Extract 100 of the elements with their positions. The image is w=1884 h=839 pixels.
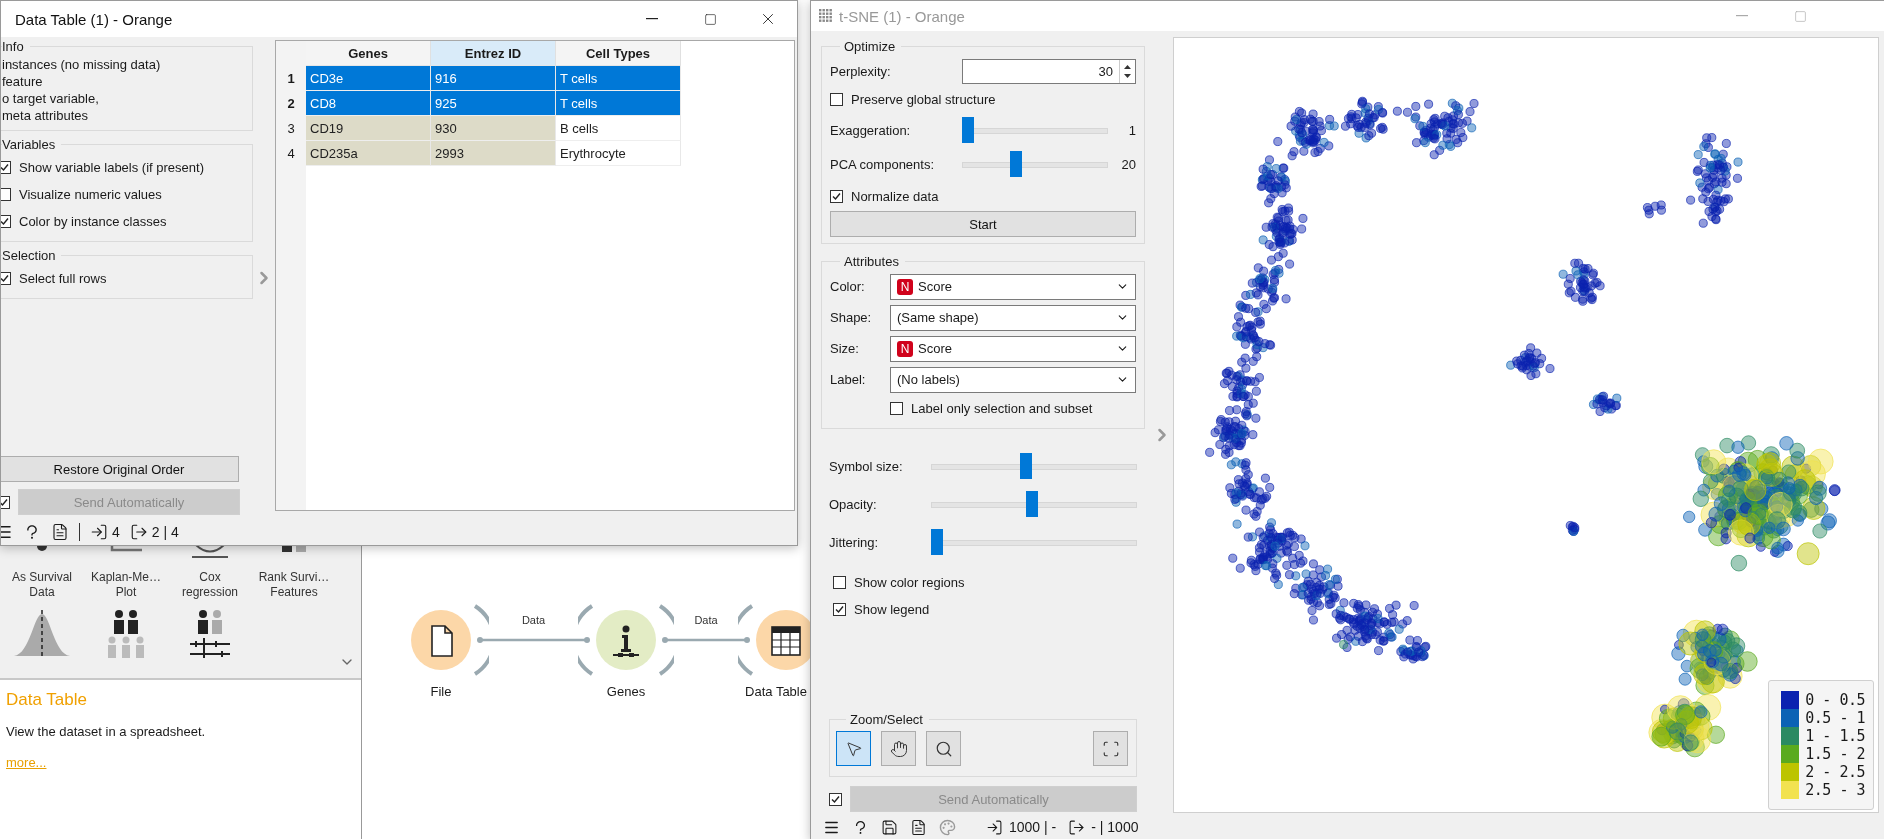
- widget-label[interactable]: As Survival Data: [6, 570, 78, 600]
- palette-icon[interactable]: [939, 818, 956, 836]
- option-label[interactable]: Show legend: [854, 602, 930, 617]
- group-title: Optimize: [843, 39, 897, 54]
- table-cell[interactable]: 930: [431, 116, 556, 141]
- dropdown[interactable]: (Same shape): [890, 304, 1136, 331]
- checkbox[interactable]: [1, 161, 11, 174]
- table-cell[interactable]: 2993: [431, 141, 556, 166]
- table-cell[interactable]: T cells: [556, 66, 681, 91]
- checkbox[interactable]: [830, 189, 843, 203]
- slider[interactable]: [931, 491, 1137, 517]
- arc-icon: [191, 544, 229, 558]
- output-icon: [1068, 818, 1086, 836]
- slider-value: 1: [1127, 122, 1136, 138]
- slider-thumb[interactable]: [1026, 491, 1039, 517]
- table-icon: [770, 624, 802, 658]
- field-label: Size:: [830, 341, 860, 356]
- node-label: Data Table: [745, 684, 807, 699]
- type-badge: N: [897, 340, 913, 357]
- table-cell[interactable]: CD8: [306, 91, 431, 116]
- save-icon[interactable]: [881, 818, 898, 836]
- bell-curve-icon: [12, 608, 72, 658]
- field-label: Label:: [830, 372, 867, 387]
- column-header[interactable]: Entrez ID: [431, 41, 556, 66]
- input-port[interactable]: [738, 604, 754, 676]
- start-button[interactable]: Start: [830, 211, 1136, 237]
- checkbox[interactable]: [890, 402, 903, 415]
- table-cell[interactable]: T cells: [556, 91, 681, 116]
- widget-title: Data Table: [6, 690, 88, 710]
- input-icon: [986, 818, 1003, 836]
- table-cell[interactable]: 916: [431, 66, 556, 91]
- widget-label[interactable]: Rank Survi… Features: [258, 570, 330, 600]
- option-label[interactable]: Preserve global structure: [851, 92, 996, 107]
- table-cell[interactable]: B cells: [556, 116, 681, 141]
- link-label: Data: [521, 614, 546, 626]
- slider[interactable]: [962, 117, 1108, 143]
- zoom-icon: [934, 739, 953, 758]
- checkbox[interactable]: [830, 93, 843, 106]
- table-cell[interactable]: CD3e: [306, 66, 431, 91]
- table-cell[interactable]: CD19: [306, 116, 431, 141]
- slider-thumb[interactable]: [962, 117, 974, 143]
- option-label[interactable]: Visualize numeric values: [19, 187, 162, 202]
- field-label: Exaggeration:: [830, 122, 912, 138]
- widget-label[interactable]: Cox regression: [174, 570, 246, 600]
- table-cell[interactable]: 925: [431, 91, 556, 116]
- report-icon[interactable]: [51, 523, 69, 541]
- option-label[interactable]: Show color regions: [854, 575, 965, 590]
- window-title: Data Table (1) - Orange: [14, 10, 174, 28]
- option-label[interactable]: Color by instance classes: [19, 214, 167, 229]
- checkbox[interactable]: [833, 576, 846, 589]
- column-header[interactable]: Cell Types: [556, 41, 681, 66]
- slider[interactable]: [931, 453, 1137, 479]
- column-header[interactable]: Genes: [306, 41, 431, 66]
- slider[interactable]: [962, 151, 1108, 177]
- report-icon[interactable]: [910, 818, 927, 836]
- info-text: o target variable,: [2, 90, 100, 107]
- widget-label[interactable]: Kaplan-Me… Plot: [90, 570, 162, 600]
- input-port[interactable]: [578, 604, 594, 676]
- field-label: PCA components:: [830, 156, 936, 172]
- tool-button[interactable]: [836, 731, 871, 766]
- checkbox[interactable]: [1, 188, 11, 201]
- option-label[interactable]: Normalize data: [851, 188, 939, 204]
- restore-order-button[interactable]: Restore Original Order: [1, 456, 239, 482]
- widget-description: View the dataset in a spreadsheet.: [6, 724, 207, 739]
- table-cell[interactable]: CD235a: [306, 141, 431, 166]
- info-text: feature: [2, 73, 44, 90]
- tool-button[interactable]: [881, 731, 916, 766]
- slider-thumb[interactable]: [1010, 151, 1023, 177]
- pointer-icon: [844, 739, 863, 758]
- checkbox[interactable]: [1, 272, 11, 285]
- row-number[interactable]: 3: [276, 116, 306, 141]
- row-number[interactable]: 4: [276, 141, 306, 166]
- checkbox[interactable]: [833, 603, 846, 616]
- table-cell[interactable]: Erythrocyte: [556, 141, 681, 166]
- field-label: Shape:: [830, 310, 873, 325]
- info-text: instances (no missing data): [2, 56, 162, 73]
- slider-thumb[interactable]: [931, 529, 943, 555]
- dropdown[interactable]: N Score: [890, 273, 1136, 300]
- field-label: Color:: [830, 279, 866, 294]
- dropdown[interactable]: (No labels): [890, 366, 1136, 393]
- info-icon: [610, 624, 642, 658]
- output-count: 2 | 4: [151, 524, 179, 540]
- slider[interactable]: [931, 529, 1137, 555]
- row-number[interactable]: 2: [276, 91, 306, 116]
- option-label[interactable]: Select full rows: [19, 271, 107, 286]
- tool-button[interactable]: [926, 731, 961, 766]
- row-number[interactable]: 1: [276, 66, 306, 91]
- option-label[interactable]: Label only selection and subset: [911, 401, 1093, 416]
- fit-view-button[interactable]: [1093, 731, 1128, 766]
- output-icon: [129, 523, 148, 541]
- field-label: Perplexity:: [830, 63, 892, 79]
- checkbox[interactable]: [1, 215, 11, 228]
- dropdown[interactable]: N Score: [890, 335, 1136, 362]
- slider-thumb[interactable]: [1020, 453, 1033, 479]
- people-chart-icon: [188, 608, 232, 658]
- perplexity-field[interactable]: 30: [962, 58, 1136, 84]
- input-count: 1000 | -: [1009, 819, 1057, 835]
- slider-value: 20: [1120, 156, 1136, 172]
- option-label[interactable]: Show variable labels (if present): [19, 160, 204, 175]
- info-text: meta attributes: [2, 107, 89, 124]
